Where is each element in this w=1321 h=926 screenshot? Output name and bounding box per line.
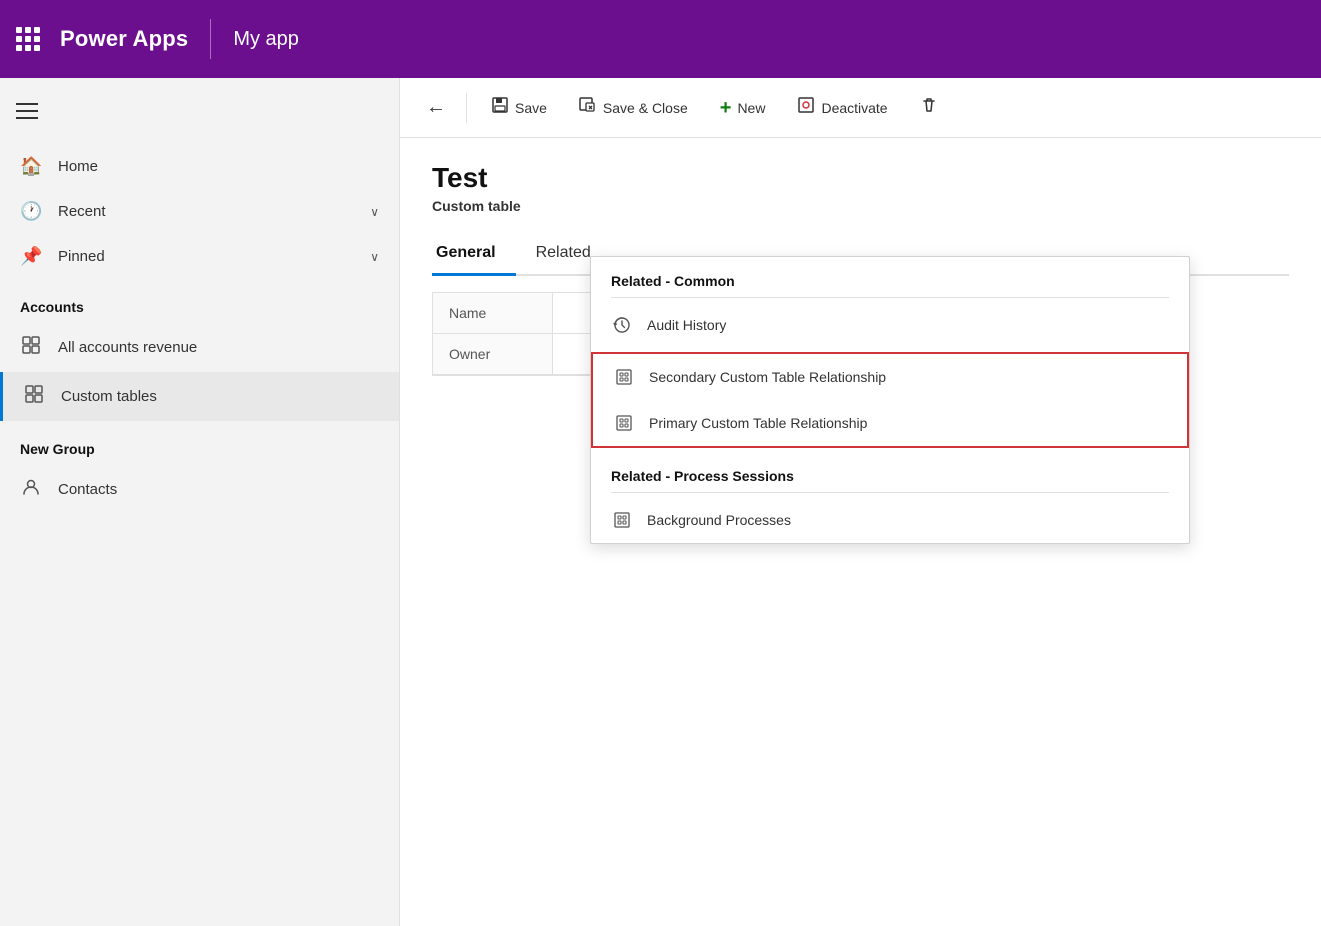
deactivate-button[interactable]: Deactivate <box>783 88 901 127</box>
save-icon <box>491 96 509 119</box>
related-process-divider <box>611 492 1169 493</box>
toolbar-separator-1 <box>466 93 467 123</box>
recent-chevron-icon: ∨ <box>370 205 379 219</box>
all-accounts-icon <box>20 335 42 360</box>
background-processes-icon <box>611 509 633 531</box>
sidebar-contacts-label: Contacts <box>58 481 379 498</box>
deactivate-icon <box>797 96 815 119</box>
sidebar-home-label: Home <box>58 158 379 175</box>
record-title: Test <box>432 162 1289 194</box>
app-name: My app <box>233 28 299 51</box>
dropdown-item-audit-history[interactable]: Audit History <box>591 302 1189 348</box>
sidebar-item-pinned[interactable]: 📌 Pinned ∨ <box>0 234 399 279</box>
page-content: Test Custom table General Related Name O… <box>400 138 1321 926</box>
related-dropdown-panel: Related - Common Audit History Secondary… <box>590 256 1190 544</box>
hamburger-menu-button[interactable] <box>0 78 399 144</box>
highlighted-relationships-box: Secondary Custom Table Relationship Prim… <box>591 352 1189 448</box>
sidebar-item-home[interactable]: 🏠 Home <box>0 144 399 189</box>
sidebar-item-recent[interactable]: 🕐 Recent ∨ <box>0 189 399 234</box>
sidebar-recent-label: Recent <box>58 203 354 220</box>
related-process-header: Related - Process Sessions <box>591 452 1189 492</box>
background-processes-label: Background Processes <box>647 512 791 528</box>
pinned-icon: 📌 <box>20 246 42 267</box>
save-label: Save <box>515 100 547 116</box>
top-header: Power Apps My app <box>0 0 1321 78</box>
waffle-icon[interactable] <box>16 27 40 51</box>
app-title: Power Apps <box>60 26 188 52</box>
recent-icon: 🕐 <box>20 201 42 222</box>
main-layout: 🏠 Home 🕐 Recent ∨ 📌 Pinned ∨ Accounts Al… <box>0 78 1321 926</box>
toolbar: ← Save Save & Close + New <box>400 78 1321 138</box>
save-button[interactable]: Save <box>477 88 561 127</box>
secondary-table-icon <box>613 366 635 388</box>
sidebar-item-contacts[interactable]: Contacts <box>0 465 399 514</box>
form-label-name: Name <box>433 293 553 334</box>
content-area: ← Save Save & Close + New <box>400 78 1321 926</box>
delete-button[interactable] <box>906 88 952 127</box>
sidebar: 🏠 Home 🕐 Recent ∨ 📌 Pinned ∨ Accounts Al… <box>0 78 400 926</box>
pinned-chevron-icon: ∨ <box>370 250 379 264</box>
sidebar-item-custom-tables[interactable]: Custom tables <box>0 372 399 421</box>
save-close-button[interactable]: Save & Close <box>565 88 702 127</box>
sidebar-item-all-accounts-revenue[interactable]: All accounts revenue <box>0 323 399 372</box>
new-button[interactable]: + New <box>706 90 780 126</box>
form-label-owner: Owner <box>433 334 553 375</box>
new-label: New <box>737 100 765 116</box>
secondary-custom-table-label: Secondary Custom Table Relationship <box>649 369 886 385</box>
audit-history-label: Audit History <box>647 317 726 333</box>
deactivate-label: Deactivate <box>821 100 887 116</box>
new-icon: + <box>720 98 732 118</box>
related-common-header: Related - Common <box>591 257 1189 297</box>
home-icon: 🏠 <box>20 156 42 177</box>
back-button[interactable]: ← <box>416 92 456 123</box>
save-close-icon <box>579 96 597 119</box>
sidebar-all-accounts-label: All accounts revenue <box>58 339 379 356</box>
tab-general[interactable]: General <box>432 234 516 274</box>
accounts-section-header: Accounts <box>0 279 399 323</box>
save-close-label: Save & Close <box>603 100 688 116</box>
dropdown-item-primary-custom-table[interactable]: Primary Custom Table Relationship <box>593 400 1187 446</box>
custom-tables-icon <box>23 384 45 409</box>
dropdown-item-background-processes[interactable]: Background Processes <box>591 497 1189 543</box>
delete-icon <box>920 96 938 119</box>
sidebar-custom-tables-label: Custom tables <box>61 388 379 405</box>
sidebar-pinned-label: Pinned <box>58 248 354 265</box>
primary-custom-table-label: Primary Custom Table Relationship <box>649 415 867 431</box>
contacts-icon <box>20 477 42 502</box>
audit-history-icon <box>611 314 633 336</box>
related-common-divider <box>611 297 1169 298</box>
new-group-section-header: New Group <box>0 421 399 465</box>
primary-table-icon <box>613 412 635 434</box>
header-divider <box>210 19 211 59</box>
dropdown-item-secondary-custom-table[interactable]: Secondary Custom Table Relationship <box>593 354 1187 400</box>
record-subtitle: Custom table <box>432 198 1289 214</box>
